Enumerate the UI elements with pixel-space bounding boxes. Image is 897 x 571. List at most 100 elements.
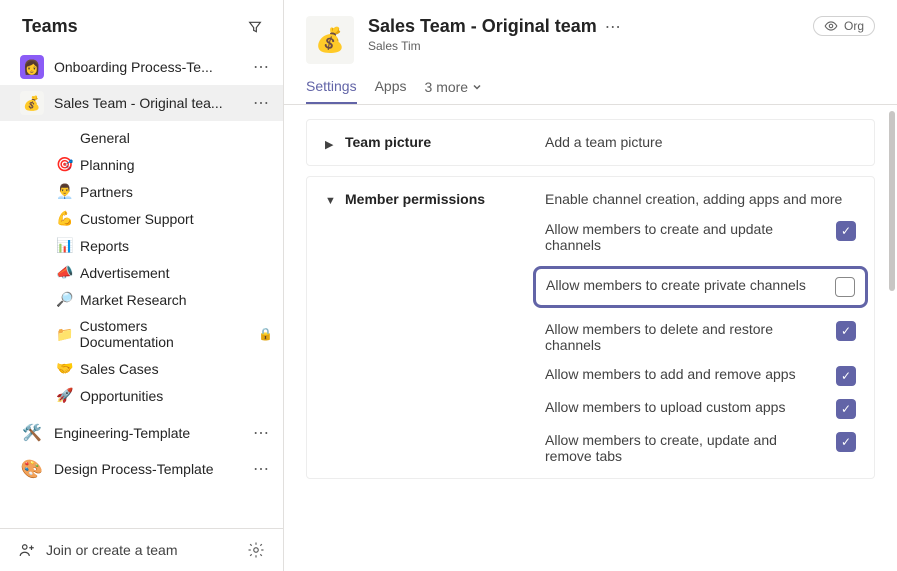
- team-label: Onboarding Process-Te...: [54, 59, 239, 75]
- sidebar-header: Teams: [0, 0, 283, 49]
- settings-content: ▶ Team picture Add a team picture ▼ Memb…: [284, 105, 897, 571]
- channel-emoji: 🎯: [56, 156, 74, 173]
- team-label: Engineering-Template: [54, 425, 239, 441]
- channel-opportunities[interactable]: 🚀 Opportunities: [0, 382, 283, 409]
- team-avatar: 💰: [20, 91, 44, 115]
- org-badge[interactable]: Org: [813, 16, 875, 36]
- tab-more-label: 3 more: [425, 79, 469, 95]
- section-member-permissions: ▼ Member permissions Enable channel crea…: [306, 176, 875, 479]
- channel-emoji: 🔎: [56, 291, 74, 308]
- header-more-icon[interactable]: ⋯: [605, 17, 621, 37]
- check-icon: ✓: [841, 324, 851, 338]
- channel-label: Partners: [80, 184, 133, 200]
- tab-bar: Settings Apps 3 more: [284, 64, 897, 105]
- team-label: Design Process-Template: [54, 461, 239, 477]
- section-team-picture: ▶ Team picture Add a team picture: [306, 119, 875, 166]
- perm-label: Allow members to create private channels: [546, 277, 817, 293]
- perm-row: Allow members to delete and restore chan…: [545, 321, 856, 353]
- main-pane: 💰 Sales Team - Original team ⋯ Sales Tim…: [284, 0, 897, 571]
- channel-general[interactable]: General: [0, 125, 283, 151]
- section-header[interactable]: ▼ Member permissions Enable channel crea…: [307, 177, 874, 478]
- caret-right-icon: ▶: [325, 138, 335, 151]
- chevron-down-icon: [472, 82, 482, 92]
- scrollbar[interactable]: [889, 111, 895, 291]
- tab-apps[interactable]: Apps: [375, 78, 407, 104]
- channel-label: Market Research: [80, 292, 187, 308]
- channel-label: Planning: [80, 157, 135, 173]
- check-icon: ✓: [841, 224, 851, 238]
- perm-label: Allow members to upload custom apps: [545, 399, 818, 415]
- channel-market-research[interactable]: 🔎 Market Research: [0, 286, 283, 313]
- section-header[interactable]: ▶ Team picture Add a team picture: [307, 120, 874, 165]
- team-more-icon[interactable]: ⋯: [249, 459, 273, 479]
- team-avatar: 👩: [20, 55, 44, 79]
- checkbox[interactable]: [835, 277, 855, 297]
- team-more-icon[interactable]: ⋯: [249, 423, 273, 443]
- page-title: Sales Team - Original team: [368, 16, 597, 37]
- tab-settings[interactable]: Settings: [306, 78, 357, 104]
- team-more-icon[interactable]: ⋯: [249, 93, 273, 113]
- team-avatar: 🛠️: [20, 421, 44, 445]
- perm-row: Allow members to create and update chann…: [545, 221, 856, 253]
- channel-partners[interactable]: 👨‍💼 Partners: [0, 178, 283, 205]
- channel-emoji: 🚀: [56, 387, 74, 404]
- team-row-onboarding[interactable]: 👩 Onboarding Process-Te... ⋯: [0, 49, 283, 85]
- perm-row: Allow members to add and remove apps ✓: [545, 366, 856, 386]
- org-label: Org: [844, 19, 864, 33]
- channel-label: Reports: [80, 238, 129, 254]
- page-header: 💰 Sales Team - Original team ⋯ Sales Tim…: [284, 0, 897, 64]
- checkbox[interactable]: ✓: [836, 321, 856, 341]
- section-desc: Add a team picture: [545, 134, 856, 151]
- perm-row: Allow members to create, update and remo…: [545, 432, 856, 464]
- tab-more[interactable]: 3 more: [425, 78, 483, 104]
- channel-emoji: 📣: [56, 264, 74, 281]
- check-icon: ✓: [841, 435, 851, 449]
- channel-emoji: 📊: [56, 237, 74, 254]
- channel-sales-cases[interactable]: 🤝Sales Cases: [0, 355, 283, 382]
- channel-emoji: 📁: [56, 326, 74, 343]
- checkbox[interactable]: ✓: [836, 432, 856, 452]
- channel-advertisement[interactable]: 📣 Advertisement: [0, 259, 283, 286]
- channel-support[interactable]: 💪Customer Support: [0, 205, 283, 232]
- section-body: Enable channel creation, adding apps and…: [545, 191, 856, 464]
- channel-reports[interactable]: 📊 Reports: [0, 232, 283, 259]
- channel-label: Customers Documentation: [80, 318, 243, 350]
- permission-list: Allow members to create and update chann…: [545, 221, 856, 464]
- section-title: Member permissions: [345, 191, 535, 464]
- checkbox[interactable]: ✓: [836, 221, 856, 241]
- checkbox[interactable]: ✓: [836, 366, 856, 386]
- channel-emoji: 👨‍💼: [56, 183, 74, 200]
- channel-label: Sales Cases: [80, 361, 159, 377]
- gear-icon[interactable]: [247, 541, 265, 559]
- join-label: Join or create a team: [46, 542, 178, 558]
- perm-label: Allow members to delete and restore chan…: [545, 321, 818, 353]
- eye-icon: [824, 19, 838, 33]
- team-avatar: 🎨: [20, 457, 44, 481]
- check-icon: ✓: [841, 369, 851, 383]
- channel-customers-docs[interactable]: 📁 Customers Documentation 🔒: [0, 313, 283, 355]
- channel-label: Advertisement: [80, 265, 169, 281]
- channel-label: Opportunities: [80, 388, 163, 404]
- perm-label: Allow members to create and update chann…: [545, 221, 818, 253]
- section-title: Team picture: [345, 134, 535, 151]
- perm-row: Allow members to upload custom apps ✓: [545, 399, 856, 419]
- channel-planning[interactable]: 🎯 Planning: [0, 151, 283, 178]
- sidebar-footer: Join or create a team: [0, 528, 283, 571]
- team-row-engineering[interactable]: 🛠️ Engineering-Template ⋯: [0, 415, 283, 451]
- team-more-icon[interactable]: ⋯: [249, 57, 273, 77]
- join-team-button[interactable]: Join or create a team: [18, 541, 178, 559]
- team-row-design[interactable]: 🎨 Design Process-Template ⋯: [0, 451, 283, 487]
- caret-down-icon: ▼: [325, 195, 335, 464]
- sidebar: Teams 👩 Onboarding Process-Te... ⋯ 💰 Sal…: [0, 0, 284, 571]
- checkbox[interactable]: ✓: [836, 399, 856, 419]
- channel-emoji: 💪: [56, 210, 74, 227]
- page-subtitle: Sales Tim: [368, 39, 799, 53]
- channel-list: General 🎯 Planning 👨‍💼 Partners 💪Customer …: [0, 121, 283, 415]
- perm-row-highlighted: Allow members to create private channels: [533, 266, 868, 308]
- team-label: Sales Team - Original tea...: [54, 95, 239, 111]
- channel-label: General: [80, 130, 130, 146]
- team-row-sales[interactable]: 💰 Sales Team - Original tea... ⋯: [0, 85, 283, 121]
- filter-icon[interactable]: [247, 19, 263, 35]
- section-desc: Enable channel creation, adding apps and…: [545, 191, 856, 207]
- lock-icon: 🔒: [258, 327, 273, 341]
